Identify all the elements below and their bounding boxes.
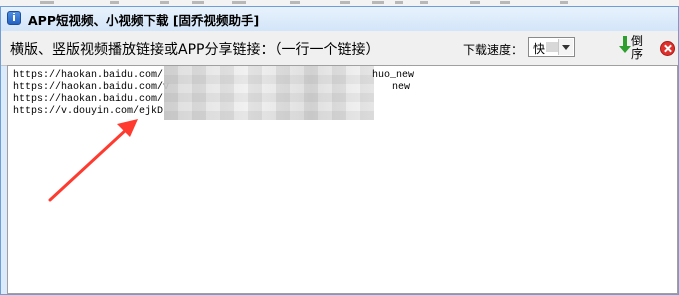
window-title: APP短视频、小视频下载 [固乔视频助手]	[28, 13, 260, 28]
reverse-order-button[interactable]: 倒序	[617, 35, 647, 63]
app-window: APP短视频、小视频下载 [固乔视频助手] 横版、竖版视频播放链接或APP分享链…	[0, 6, 679, 295]
chevron-down-icon[interactable]	[558, 39, 573, 55]
speed-value-blur	[546, 42, 558, 52]
link-line: https://v.douyin.com/ejkD	[13, 106, 164, 117]
link-suffix: huo_new	[372, 70, 415, 81]
title-bar[interactable]: APP短视频、小视频下载 [固乔视频助手]	[1, 7, 678, 31]
green-down-arrow-icon	[619, 36, 631, 53]
reverse-order-label: 倒序	[631, 34, 644, 61]
download-speed-value: 快	[533, 42, 546, 56]
link-input-prompt: 横版、竖版视频播放链接或APP分享链接：（一行一个链接）	[10, 42, 380, 58]
link-suffix: new	[392, 82, 411, 93]
redacted-blur	[164, 66, 374, 120]
download-speed-select[interactable]: 快	[528, 37, 575, 57]
red-close-icon[interactable]	[660, 41, 675, 56]
link-line: https://haokan.baidu.com/	[13, 70, 164, 81]
app-info-icon	[7, 11, 21, 25]
download-speed-label: 下载速度：	[463, 43, 524, 57]
link-line: https://haokan.baidu.com/v	[13, 82, 170, 93]
toolbar: 横版、竖版视频播放链接或APP分享链接：（一行一个链接） 下载速度： 快 倒序	[1, 31, 678, 66]
link-line: https://haokan.baidu.com/	[13, 94, 164, 105]
link-textarea[interactable]: https://haokan.baidu.com/ https://haokan…	[7, 65, 678, 294]
